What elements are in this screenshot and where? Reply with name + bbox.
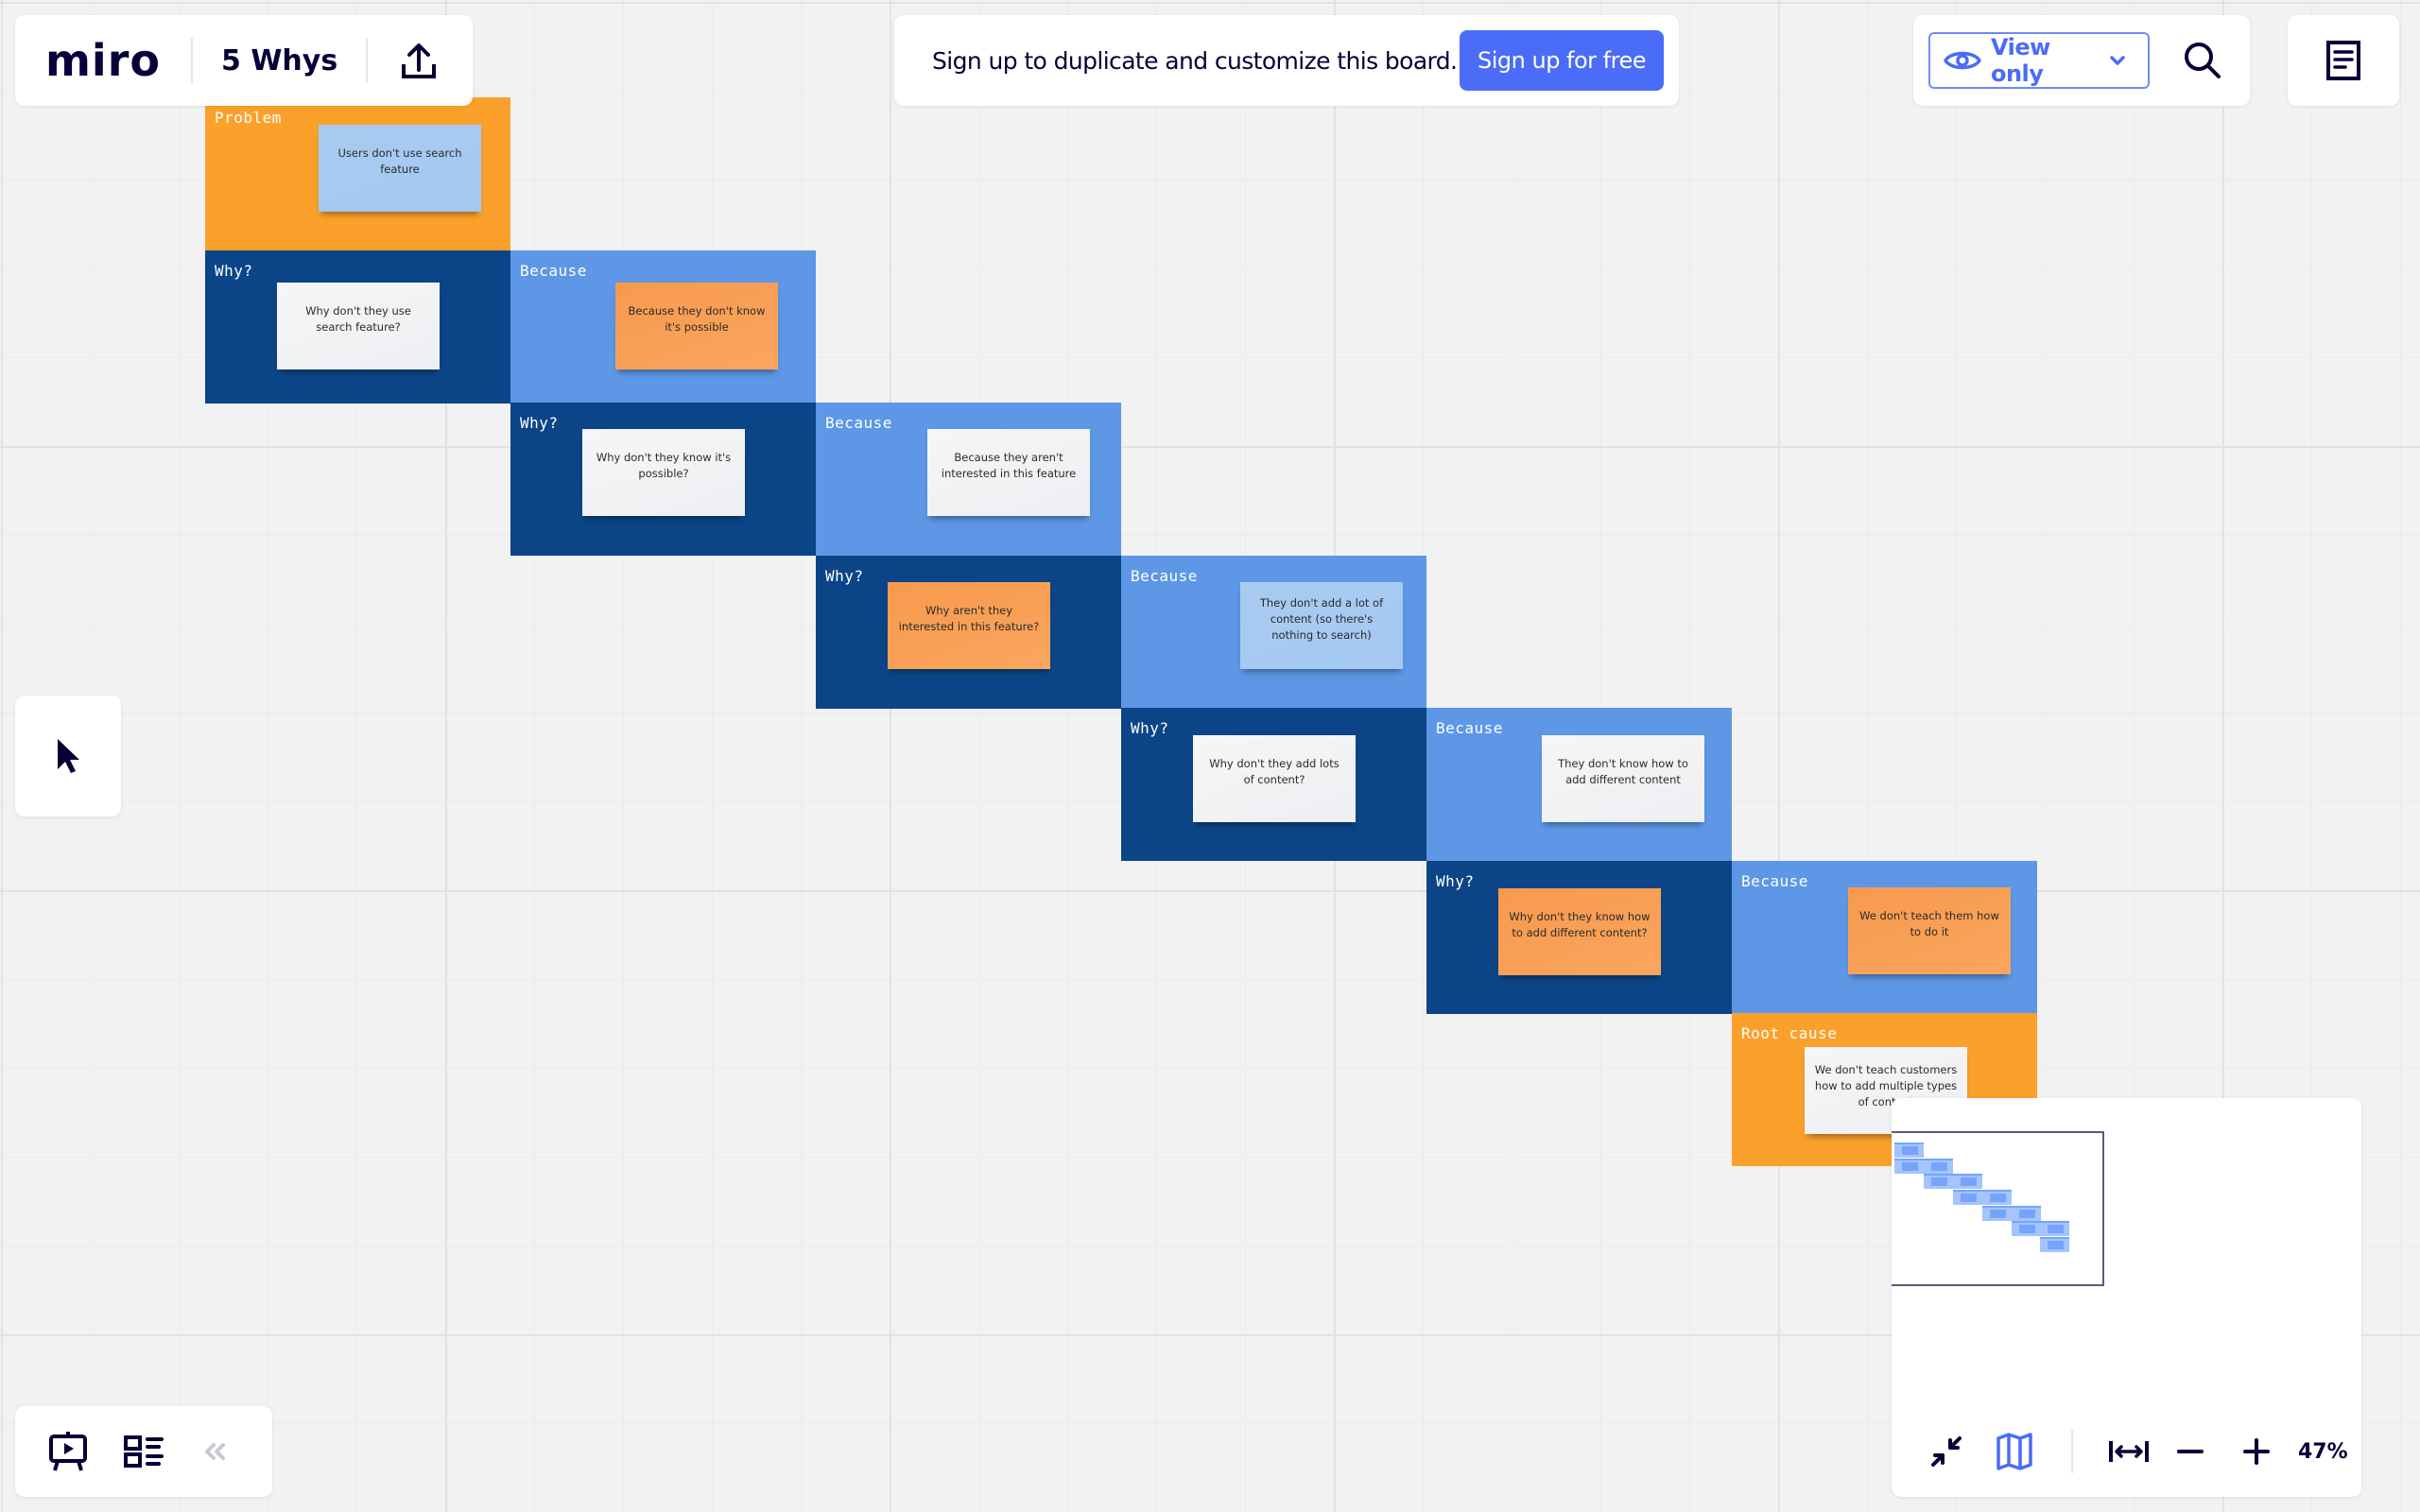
frame-because[interactable]: Because We don't teach them how to do it xyxy=(1732,861,2037,1014)
frame-because[interactable]: Because They don't add a lot of content … xyxy=(1121,556,1426,709)
frame-why[interactable]: Why? Why don't they know how to add diff… xyxy=(1426,861,1732,1014)
sticky-note[interactable]: Why don't they use search feature? xyxy=(277,283,440,369)
frame-problem[interactable]: Problem Users don't use search feature xyxy=(205,97,510,250)
search-icon xyxy=(2185,43,2221,78)
plus-icon xyxy=(2243,1438,2270,1465)
view-only-dropdown[interactable]: View only xyxy=(1928,32,2150,89)
minimap-frame xyxy=(1982,1206,2012,1221)
frame-why[interactable]: Why? Why don't they use search feature? xyxy=(205,250,510,404)
minimap-frame xyxy=(1982,1190,2012,1205)
minimap-panel: 47% xyxy=(1892,1098,2361,1497)
presentation-button[interactable] xyxy=(47,1431,89,1472)
chevron-down-icon xyxy=(2110,56,2125,65)
tool-panel xyxy=(15,696,121,816)
divider xyxy=(366,38,369,83)
frame-label: Because xyxy=(1131,567,1198,585)
frames-list-icon xyxy=(124,1435,164,1468)
fit-width-button[interactable] xyxy=(2107,1433,2151,1470)
notes-icon xyxy=(2326,41,2360,80)
minimap-frame xyxy=(2012,1206,2041,1221)
miro-logo[interactable]: miro xyxy=(45,39,161,82)
sticky-note[interactable]: Because they don't know it's possible xyxy=(615,283,778,369)
frame-label: Because xyxy=(520,262,587,280)
minimap-frame xyxy=(1924,1159,1953,1174)
minimap-frame xyxy=(1894,1143,1924,1158)
frame-label: Because xyxy=(825,414,892,432)
eye-icon xyxy=(1944,51,1981,70)
sticky-note[interactable]: They don't know how to add different con… xyxy=(1542,735,1704,822)
sticky-note[interactable]: Why don't they know it's possible? xyxy=(582,429,745,516)
frame-label: Why? xyxy=(215,262,253,280)
zoom-controls: 47% xyxy=(1892,1406,2361,1497)
sticky-note[interactable]: Why aren't they interested in this featu… xyxy=(888,582,1050,669)
minimap-frame xyxy=(1953,1190,1982,1205)
divider xyxy=(191,38,193,83)
frames-list-button[interactable] xyxy=(123,1431,164,1472)
sticky-note[interactable]: Because they aren't interested in this f… xyxy=(927,429,1090,516)
frame-because[interactable]: Because They don't know how to add diffe… xyxy=(1426,708,1732,861)
sticky-note[interactable]: We don't teach them how to do it xyxy=(1848,887,2011,974)
minimap-viewport[interactable] xyxy=(1892,1131,2104,1286)
sticky-note[interactable]: Users don't use search feature xyxy=(319,125,481,212)
signup-message: Sign up to duplicate and customize this … xyxy=(932,46,1458,75)
frame-label: Because xyxy=(1436,719,1503,737)
double-chevron-left-icon xyxy=(205,1443,225,1460)
frame-label: Because xyxy=(1741,872,1808,890)
minimap-frame xyxy=(1953,1174,1982,1189)
view-only-label: View only xyxy=(1990,34,2050,87)
collapse-toolbar-button[interactable] xyxy=(200,1437,229,1466)
select-tool-button[interactable] xyxy=(49,733,87,779)
minimap-frame xyxy=(2040,1221,2069,1236)
zoom-in-button[interactable] xyxy=(2238,1433,2275,1470)
minus-icon xyxy=(2177,1450,2204,1453)
board-title[interactable]: 5 Whys xyxy=(221,44,337,77)
frame-label: Why? xyxy=(1131,719,1169,737)
zoom-level[interactable]: 47% xyxy=(2298,1440,2348,1464)
frame-label: Problem xyxy=(215,109,282,127)
minimap-frame xyxy=(2040,1237,2069,1252)
notes-button[interactable] xyxy=(2325,40,2362,81)
frame-because[interactable]: Because Because they aren't interested i… xyxy=(816,403,1121,556)
board-header: miro 5 Whys xyxy=(15,15,473,106)
frame-why[interactable]: Why? Why don't they add lots of content? xyxy=(1121,708,1426,861)
map-icon xyxy=(1996,1433,2032,1470)
sticky-note[interactable]: They don't add a lot of content (so ther… xyxy=(1240,582,1403,669)
divider xyxy=(2071,1430,2073,1473)
minimap-toggle-button[interactable] xyxy=(1994,1431,2035,1472)
minimap-frame xyxy=(1894,1159,1924,1174)
upload-icon xyxy=(402,43,437,78)
frame-label: Why? xyxy=(825,567,864,585)
access-panel: View only xyxy=(1913,15,2250,106)
frame-label: Why? xyxy=(520,414,559,432)
frame-why[interactable]: Why? Why aren't they interested in this … xyxy=(816,556,1121,709)
zoom-out-button[interactable] xyxy=(2171,1433,2209,1470)
minimap-frame xyxy=(1924,1174,1953,1189)
frame-why[interactable]: Why? Why don't they know it's possible? xyxy=(510,403,816,556)
search-button[interactable] xyxy=(2182,40,2223,81)
frame-label: Why? xyxy=(1436,872,1475,890)
fit-width-icon xyxy=(2109,1441,2149,1462)
notes-panel xyxy=(2288,15,2399,106)
minimap-frame xyxy=(2012,1221,2041,1236)
signup-button[interactable]: Sign up for free xyxy=(1460,30,1664,91)
frame-label: Root cause xyxy=(1741,1024,1838,1042)
collapse-arrows-icon xyxy=(1931,1436,1962,1467)
presentation-icon xyxy=(49,1432,87,1471)
frame-because[interactable]: Because Because they don't know it's pos… xyxy=(510,250,816,404)
sticky-note[interactable]: Why don't they know how to add different… xyxy=(1498,888,1661,975)
bottom-left-toolbar xyxy=(15,1406,272,1497)
signup-banner: Sign up to duplicate and customize this … xyxy=(894,15,1679,106)
cursor-icon xyxy=(58,739,79,773)
export-button[interactable] xyxy=(402,42,437,79)
sticky-note[interactable]: Why don't they add lots of content? xyxy=(1193,735,1356,822)
fit-to-screen-button[interactable] xyxy=(1927,1433,1965,1470)
